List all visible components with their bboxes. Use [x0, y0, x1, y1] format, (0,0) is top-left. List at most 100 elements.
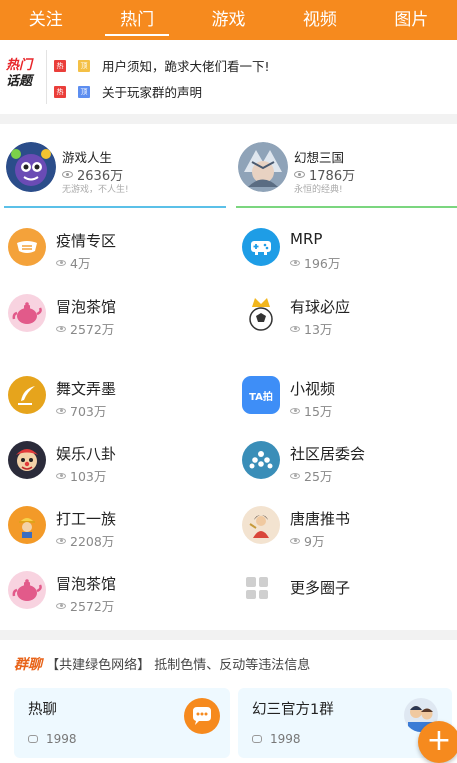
circle-name: 更多圈子: [290, 579, 351, 597]
eye-icon: [290, 407, 300, 414]
ta-video-icon: TA拍: [242, 376, 280, 414]
eye-icon: [290, 537, 300, 544]
featured-slogan: 永恒的经典!: [294, 185, 343, 195]
group-chat-subtitle: 【共建绿色网络】 抵制色情、反动等违法信息: [46, 658, 311, 673]
gamepad-icon: [242, 228, 280, 266]
circle-writing[interactable]: 舞文弄墨 703万: [0, 366, 220, 426]
circle-count: 2572万: [70, 599, 115, 614]
eye-icon: [294, 171, 305, 178]
featured-name: 游戏人生: [62, 150, 113, 165]
worker-icon: [8, 506, 46, 544]
hot-topic-text: 用户须知，跪求大佬们看一下!: [102, 59, 270, 74]
circle-community[interactable]: 社区居委会 25万: [234, 431, 454, 491]
hot-topic-item[interactable]: 热 顶 用户须知，跪求大佬们看一下!: [54, 56, 270, 75]
hot-tag: 热: [54, 85, 66, 98]
eye-icon: [56, 259, 66, 266]
hot-tag: 热: [54, 59, 66, 72]
book-lady-icon: [242, 506, 280, 544]
circle-epidemic[interactable]: 疫情专区 4万: [0, 218, 220, 278]
eye-icon: [56, 407, 66, 414]
accent-underline: [236, 206, 457, 208]
featured-circles: 游戏人生 2636万 无游戏，不人生! 幻想三国 1786万 永恒的经典!: [0, 124, 457, 212]
circle-name: MRP: [290, 230, 323, 248]
top-tag: 顶: [78, 59, 90, 72]
circle-count: 2572万: [70, 322, 115, 337]
circle-count: 4万: [70, 256, 91, 271]
tab-video[interactable]: 视频: [274, 0, 365, 40]
group-name: 幻三官方1群: [252, 702, 334, 718]
group-member-count: 1998: [270, 732, 301, 746]
circle-name: 有球必应: [290, 298, 351, 316]
circle-name: 疫情专区: [56, 232, 117, 250]
more-circles-button[interactable]: 更多圈子: [234, 561, 454, 621]
game-life-avatar: [6, 142, 56, 192]
soccer-crown-icon: [242, 294, 280, 332]
circle-count: 2208万: [70, 534, 115, 549]
circle-name: 社区居委会: [290, 445, 366, 463]
circle-name: 冒泡茶馆: [56, 575, 117, 593]
teapot-icon: [8, 571, 46, 609]
hot-topics-logo: 热门 话题: [6, 58, 33, 89]
tab-hot[interactable]: 热门: [91, 0, 182, 40]
community-icon: [242, 441, 280, 479]
top-tag: 顶: [78, 85, 90, 98]
featured-circle-game-life[interactable]: 游戏人生 2636万 无游戏，不人生!: [0, 138, 226, 212]
circle-name: 娱乐八卦: [56, 445, 117, 463]
circle-ball[interactable]: 有球必应 13万: [234, 284, 454, 344]
group-name: 热聊: [28, 702, 57, 718]
eye-icon: [56, 472, 66, 479]
mask-icon: [8, 228, 46, 266]
circle-short-video[interactable]: TA拍 小视频 15万: [234, 366, 454, 426]
circle-name: 打工一族: [56, 510, 117, 528]
more-grid-icon: [246, 577, 268, 599]
add-fab-button[interactable]: +: [418, 721, 457, 763]
three-kingdoms-avatar: [238, 142, 288, 192]
circle-name: 冒泡茶馆: [56, 298, 117, 316]
circle-count: 703万: [70, 404, 107, 419]
circle-workers[interactable]: 打工一族 2208万: [0, 496, 220, 556]
eye-icon: [290, 325, 300, 332]
group-member-count: 1998: [46, 732, 77, 746]
circle-count: 9万: [304, 534, 325, 549]
chat-bubble-icon: [28, 735, 38, 743]
featured-slogan: 无游戏，不人生!: [62, 185, 129, 195]
hot-topics-panel: 热门 话题 热 顶 用户须知，跪求大佬们看一下! 热 顶 关于玩家群的声明: [0, 40, 457, 114]
quill-icon: [8, 376, 46, 414]
circle-count: 196万: [304, 256, 341, 271]
eye-icon: [62, 171, 73, 178]
clown-icon: [8, 441, 46, 479]
featured-name: 幻想三国: [294, 150, 345, 165]
group-chat-header: 群聊 【共建绿色网络】 抵制色情、反动等违法信息: [14, 654, 310, 674]
tab-games[interactable]: 游戏: [183, 0, 274, 40]
circles-grid: 疫情专区 4万 MRP 196万 冒泡茶馆 2572万 有球必应 13万 舞文弄…: [0, 212, 457, 630]
group-chat-section: 群聊 【共建绿色网络】 抵制色情、反动等违法信息 热聊 1998 幻三官方1群 …: [0, 640, 457, 763]
circle-count: 25万: [304, 469, 333, 484]
group-card-hot-chat[interactable]: 热聊 1998: [14, 688, 230, 758]
featured-circle-fantasy-three-kingdoms[interactable]: 幻想三国 1786万 永恒的经典!: [232, 138, 457, 212]
circle-name: 小视频: [290, 380, 336, 398]
circle-gossip[interactable]: 娱乐八卦 103万: [0, 431, 220, 491]
tab-images[interactable]: 图片: [366, 0, 457, 40]
chat-bubble-icon: [252, 735, 262, 743]
circle-count: 103万: [70, 469, 107, 484]
hot-topic-item[interactable]: 热 顶 关于玩家群的声明: [54, 82, 202, 101]
tab-follow[interactable]: 关注: [0, 0, 91, 40]
eye-icon: [56, 537, 66, 544]
circle-teahouse[interactable]: 冒泡茶馆 2572万: [0, 284, 220, 344]
group-chat-title: 群聊: [14, 657, 42, 673]
eye-icon: [290, 472, 300, 479]
top-tab-bar: 关注 热门 游戏 视频 图片: [0, 0, 457, 40]
circle-book-recommend[interactable]: 唐唐推书 9万: [234, 496, 454, 556]
eye-icon: [56, 325, 66, 332]
circle-teahouse-2[interactable]: 冒泡茶馆 2572万: [0, 561, 220, 621]
circle-count: 13万: [304, 322, 333, 337]
teapot-icon: [8, 294, 46, 332]
eye-icon: [290, 259, 300, 266]
circle-name: 舞文弄墨: [56, 380, 117, 398]
accent-underline: [4, 206, 226, 208]
circle-mrp[interactable]: MRP 196万: [234, 218, 454, 278]
circle-count: 15万: [304, 404, 333, 419]
circle-name: 唐唐推书: [290, 510, 351, 528]
divider: [46, 50, 47, 104]
hot-topic-text: 关于玩家群的声明: [102, 85, 203, 100]
